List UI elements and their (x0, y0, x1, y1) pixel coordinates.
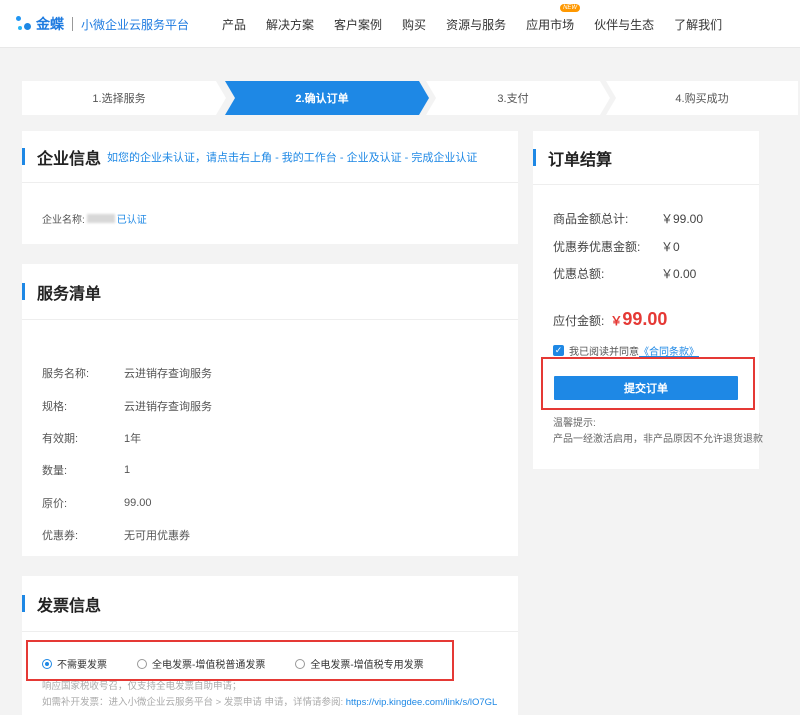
panel-title: 订单结算 (548, 151, 613, 169)
invoice-reissue-note: 如需补开发票：进入小微企业云服务平台 > 发票申请 申请，详情请参阅: http… (42, 697, 498, 708)
panel-title: 发票信息 (37, 597, 102, 615)
panel-header: 订单结算 (533, 131, 759, 185)
payable-label: 应付金额: (553, 314, 605, 328)
terms-agreement: ✓ 我已阅读并同意 《合同条款》 (553, 343, 699, 358)
summary-row: 商品金额总计: ￥99.00 (553, 212, 704, 227)
top-header: 金蝶 小微企业云服务平台 产品 解决方案 客户案例 购买 资源与服务 应用市场 … (0, 0, 800, 48)
nav-item-about[interactable]: 了解我们 (674, 16, 722, 33)
nav-item-cases[interactable]: 客户案例 (334, 16, 382, 33)
nav-item-label: 应用市场 (526, 17, 575, 32)
service-row: 有效期: 1年 (42, 432, 142, 445)
brand-logo[interactable]: 金蝶 小微企业云服务平台 (14, 12, 189, 36)
panel-header: 发票信息 (22, 576, 518, 632)
step-label: 4.购买成功 (675, 93, 729, 105)
checkbox-checked-icon[interactable]: ✓ (553, 345, 564, 356)
summary-row: 优惠券优惠金额: ￥0 (553, 239, 680, 254)
step-purchase-success: 4.购买成功 (606, 81, 798, 115)
invoice-help-link[interactable]: https://vip.kingdee.com/link/s/lO7GL (346, 697, 498, 708)
nav-item-products[interactable]: 产品 (222, 16, 246, 33)
company-name-row: 企业名称: 已认证 (42, 211, 147, 226)
order-summary-panel: 订单结算 商品金额总计: ￥99.00 优惠券优惠金额: ￥0 优惠总额: ￥0… (533, 131, 763, 469)
summary-rows: 商品金额总计: ￥99.00 优惠券优惠金额: ￥0 优惠总额: ￥0.00 (553, 205, 703, 288)
nav-item-resources[interactable]: 资源与服务 (446, 16, 506, 33)
panel-header: 服务清单 (22, 264, 518, 320)
company-name-redacted (86, 214, 115, 223)
tip-title: 温馨提示: (553, 418, 596, 429)
panel-title: 服务清单 (37, 285, 102, 303)
verified-status: 已认证 (116, 215, 147, 226)
tip-text: 产品一经激活启用，非产品原因不允许退货退款 (553, 434, 763, 445)
payable-amount-row: 应付金额: ￥99.00 (553, 309, 667, 330)
highlight-box-submit (541, 357, 755, 410)
service-row: 数量: 1 (42, 464, 131, 478)
nav-item-solutions[interactable]: 解决方案 (266, 16, 314, 33)
service-row: 服务名称: 云进销存查询服务 (42, 368, 212, 381)
step-select-service: 1.选择服务 (22, 81, 226, 115)
nav-item-buy[interactable]: 购买 (402, 16, 426, 33)
highlight-box-invoice (26, 640, 454, 681)
verification-hint[interactable]: 如您的企业未认证，请点击右上角 - 我的工作台 - 企业及认证 - 完成企业认证 (107, 149, 477, 165)
service-row: 优惠券: 无可用优惠券 (42, 519, 212, 551)
step-label: 1.选择服务 (92, 93, 146, 105)
nav-item-partners[interactable]: 伙伴与生态 (594, 16, 654, 33)
service-details: 服务名称: 云进销存查询服务 规格: 云进销存查询服务 有效期: 1年 数量: … (42, 357, 212, 551)
logo-text: 金蝶 (36, 16, 64, 32)
logo-icon (14, 14, 34, 34)
step-confirm-order: 2.确认订单 (225, 81, 429, 115)
coupon-value[interactable]: 无可用优惠券 (124, 527, 190, 543)
step-label: 3.支付 (497, 93, 529, 105)
checkout-steps: 1.选择服务 2.确认订单 3.支付 4.购买成功 (22, 81, 798, 115)
step-label: 2.确认订单 (295, 93, 349, 105)
main-nav: 产品 解决方案 客户案例 购买 资源与服务 应用市场 NEW 伙伴与生态 了解我… (222, 0, 742, 48)
platform-name: 小微企业云服务平台 (81, 17, 190, 32)
company-name-label: 企业名称: (42, 215, 85, 226)
service-list-panel: 服务清单 服务名称: 云进销存查询服务 规格: 云进销存查询服务 有效期: 1年… (22, 264, 518, 556)
step-payment: 3.支付 (426, 81, 610, 115)
panel-header: 企业信息 如您的企业未认证，请点击右上角 - 我的工作台 - 企业及认证 - 完… (22, 131, 518, 183)
service-row: 规格: 云进销存查询服务 (42, 400, 212, 413)
new-badge: NEW (560, 3, 581, 12)
company-info-panel: 企业信息 如您的企业未认证，请点击右上角 - 我的工作台 - 企业及认证 - 完… (22, 131, 518, 244)
service-row: 原价: 99.00 (42, 496, 152, 510)
nav-item-app-market[interactable]: 应用市场 NEW (526, 3, 581, 33)
payable-amount: ￥99.00 (610, 309, 668, 329)
panel-title: 企业信息 (37, 150, 102, 168)
contract-terms-link[interactable]: 《合同条款》 (639, 343, 699, 358)
summary-row: 优惠总额: ￥0.00 (553, 267, 697, 282)
